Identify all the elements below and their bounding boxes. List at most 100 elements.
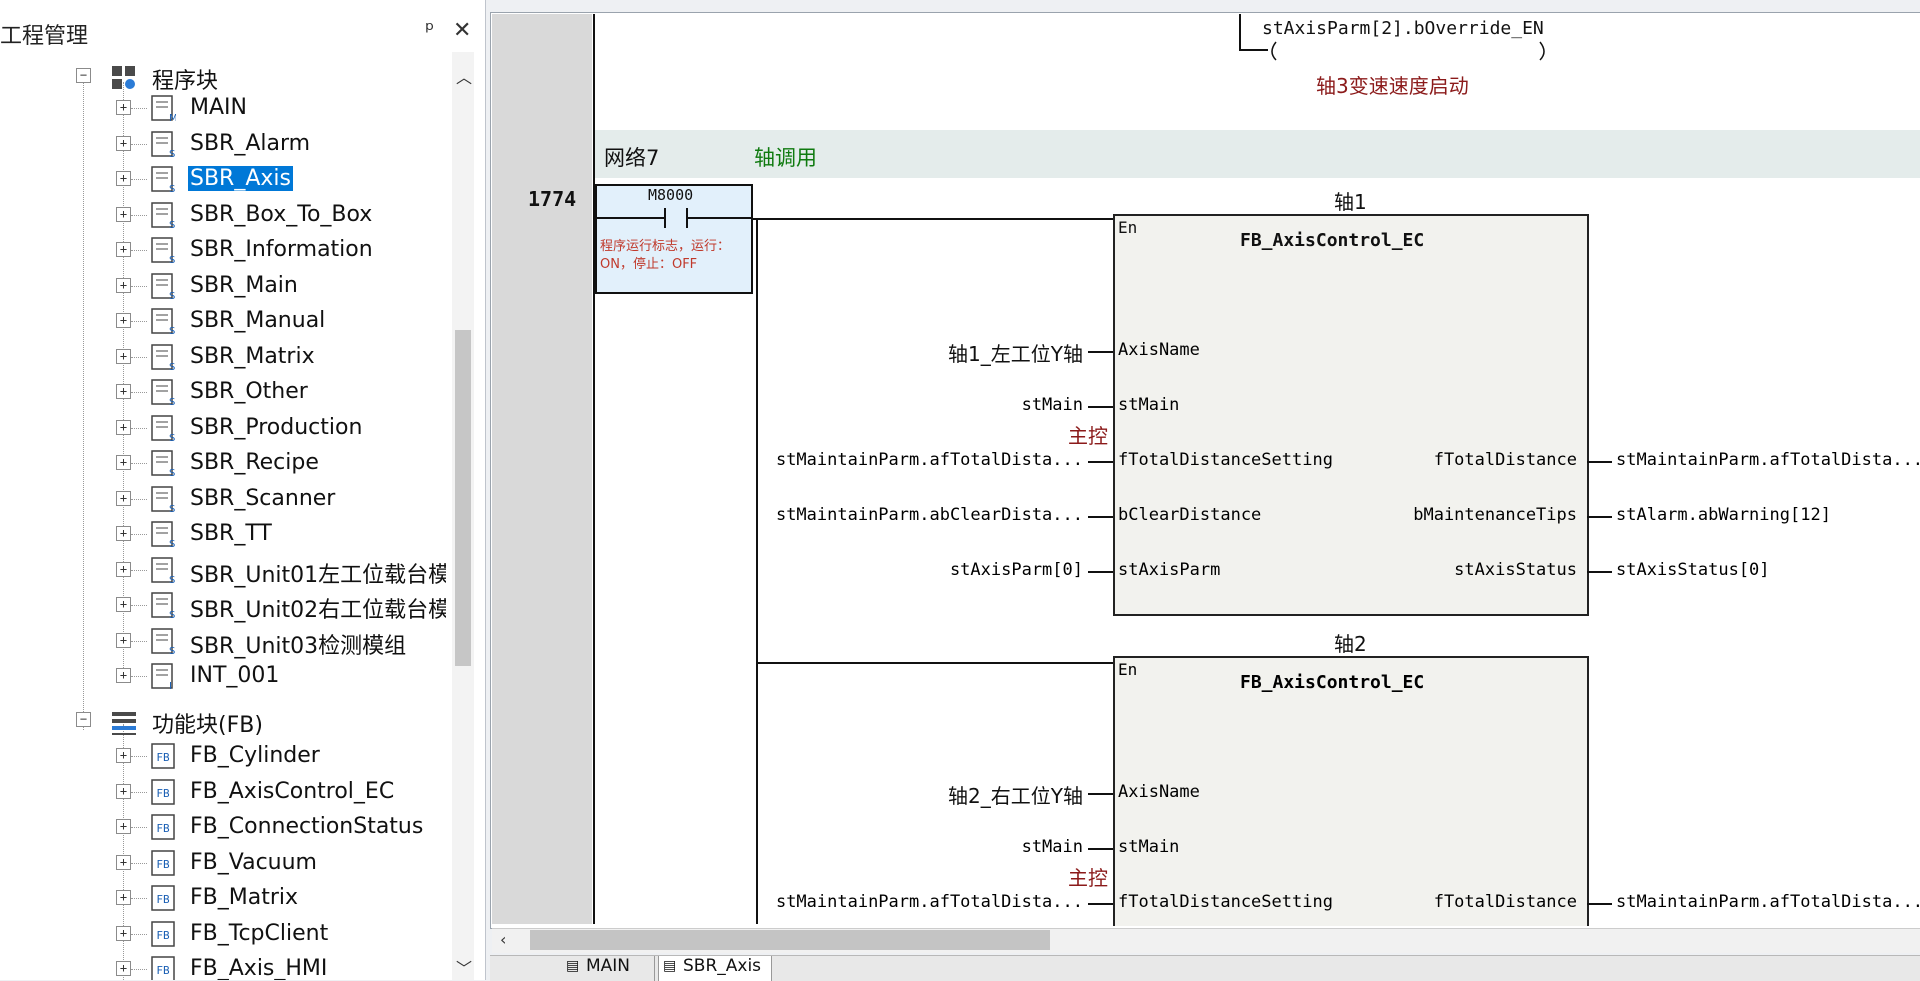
input-pin: bClearDistance bbox=[1118, 505, 1262, 525]
expand-icon[interactable]: + bbox=[116, 783, 131, 799]
expand-icon[interactable]: + bbox=[116, 526, 131, 541]
tree-item-label: SBR_Information bbox=[190, 237, 373, 262]
function-block-axis1[interactable] bbox=[1113, 214, 1589, 616]
tree-item[interactable]: + S SBR_Manual bbox=[0, 305, 446, 339]
input-variable[interactable]: stAxisParm[0] bbox=[950, 560, 1083, 580]
tree-scroll-thumb[interactable] bbox=[455, 330, 471, 666]
tree-connector bbox=[131, 756, 147, 757]
tree-item[interactable]: + S SBR_Unit01左工位载台模组 bbox=[0, 554, 446, 588]
editor-tabs: ▤ MAIN ▤ SBR_Axis bbox=[490, 955, 1920, 981]
scroll-left-icon[interactable]: ‹ bbox=[500, 930, 506, 949]
tree-connector bbox=[131, 214, 147, 216]
collapse-icon[interactable]: − bbox=[76, 712, 91, 727]
close-icon[interactable]: ✕ bbox=[453, 18, 471, 43]
pin-icon[interactable]: ᵖ bbox=[425, 18, 434, 43]
tree-folder-program-blocks[interactable]: − 程序块 bbox=[0, 60, 446, 94]
expand-icon[interactable]: + bbox=[116, 961, 131, 976]
expand-icon[interactable]: + bbox=[116, 748, 131, 763]
expand-icon[interactable]: + bbox=[116, 277, 131, 293]
tree-item[interactable]: + FB FB_TcpClient bbox=[0, 918, 446, 952]
axis-name-input[interactable]: 轴2_右工位Y轴 bbox=[948, 780, 1083, 809]
tree-item[interactable]: + S SBR_Information bbox=[0, 234, 446, 268]
tree-connector bbox=[131, 676, 147, 677]
expand-icon[interactable]: + bbox=[116, 206, 131, 222]
expand-icon[interactable]: + bbox=[116, 819, 131, 834]
tree-item[interactable]: + S SBR_Axis bbox=[0, 163, 446, 197]
subroutine-icon: S bbox=[151, 201, 175, 229]
scroll-up-icon[interactable]: ︿ bbox=[456, 64, 472, 88]
main-input[interactable]: stMain bbox=[1022, 837, 1083, 857]
tab-sbr-axis[interactable]: ▤ SBR_Axis bbox=[658, 956, 772, 981]
output-variable[interactable]: stAlarm.abWarning[12] bbox=[1616, 505, 1831, 525]
input-variable[interactable]: stMaintainParm.afTotalDista... bbox=[776, 450, 1083, 470]
subroutine-icon: S bbox=[151, 237, 175, 264]
expand-icon[interactable]: + bbox=[116, 135, 131, 151]
expand-icon[interactable]: + bbox=[116, 668, 131, 683]
main-input[interactable]: stMain bbox=[1022, 395, 1083, 415]
expand-icon[interactable]: + bbox=[116, 100, 131, 115]
block-instance-title: 轴1 bbox=[1334, 190, 1367, 214]
expand-icon[interactable]: + bbox=[116, 348, 131, 364]
tree-connector bbox=[131, 250, 147, 251]
axis-name-input[interactable]: 轴1_左工位Y轴 bbox=[948, 338, 1083, 367]
expand-icon[interactable]: + bbox=[116, 597, 131, 612]
tree-connector bbox=[131, 862, 147, 864]
tree-item[interactable]: + FB FB_Vacuum bbox=[0, 847, 446, 881]
svg-text:I: I bbox=[169, 681, 172, 690]
expand-icon[interactable]: + bbox=[116, 925, 131, 941]
expand-icon[interactable]: + bbox=[116, 455, 131, 470]
tree-item[interactable]: + S SBR_Recipe bbox=[0, 447, 446, 481]
tree-item-label: SBR_Alarm bbox=[190, 130, 311, 156]
tree-item-label: SBR_Unit02右工位载台模组 bbox=[190, 598, 446, 623]
output-pin: fTotalDistance bbox=[1433, 892, 1577, 912]
input-variable[interactable]: stMaintainParm.abClearDista... bbox=[776, 505, 1083, 525]
tree-item[interactable]: + FB FB_Matrix bbox=[0, 882, 446, 916]
tree-folder-function-blocks[interactable]: − 功能块(FB) bbox=[0, 704, 446, 738]
block-type: FB_AxisControl_EC bbox=[1240, 230, 1425, 251]
tree-item[interactable]: + FB FB_ConnectionStatus bbox=[0, 811, 446, 845]
input-wire bbox=[1088, 848, 1113, 850]
expand-icon[interactable]: + bbox=[116, 171, 131, 186]
expand-icon[interactable]: + bbox=[116, 313, 131, 328]
tree-item[interactable]: + M MAIN bbox=[0, 92, 446, 126]
editor-hscroll-thumb[interactable] bbox=[530, 930, 1050, 950]
output-variable[interactable]: stAxisStatus[0] bbox=[1616, 560, 1770, 580]
tree-item[interactable]: + S SBR_TT bbox=[0, 518, 446, 552]
output-variable[interactable]: stMaintainParm.afTotalDista... bbox=[1616, 450, 1920, 470]
tree-item[interactable]: + FB FB_Cylinder bbox=[0, 740, 446, 774]
tab-main[interactable]: ▤ MAIN bbox=[562, 956, 655, 981]
tree-item[interactable]: + S SBR_Box_To_Box bbox=[0, 199, 446, 233]
output-pin: bMaintenanceTips bbox=[1413, 505, 1577, 525]
expand-icon[interactable]: + bbox=[116, 490, 131, 506]
expand-icon[interactable]: + bbox=[116, 890, 131, 905]
tree-item[interactable]: + S SBR_Unit03检测模组 bbox=[0, 625, 446, 659]
expand-icon[interactable]: + bbox=[116, 632, 131, 648]
output-variable[interactable]: stMaintainParm.afTotalDista... bbox=[1616, 892, 1920, 912]
expand-icon[interactable]: + bbox=[116, 561, 131, 577]
tree-connector bbox=[131, 569, 147, 571]
input-pin: fTotalDistanceSetting bbox=[1118, 450, 1333, 470]
svg-text:S: S bbox=[169, 149, 175, 158]
input-wire bbox=[1088, 571, 1113, 573]
tree-item[interactable]: + S SBR_Production bbox=[0, 412, 446, 446]
input-variable[interactable]: stMaintainParm.afTotalDista... bbox=[776, 892, 1083, 912]
expand-icon[interactable]: + bbox=[116, 384, 131, 399]
tree-item[interactable]: + S SBR_Unit02右工位载台模组 bbox=[0, 589, 446, 623]
tree-item[interactable]: + S SBR_Main bbox=[0, 270, 446, 304]
tree-item[interactable]: + S SBR_Alarm bbox=[0, 128, 446, 162]
tree-connector bbox=[131, 498, 147, 500]
tree-item[interactable]: + S SBR_Other bbox=[0, 376, 446, 410]
tree-item[interactable]: + FB FB_Axis_HMI bbox=[0, 953, 446, 980]
expand-icon[interactable]: + bbox=[116, 854, 131, 870]
tree-item[interactable]: + I INT_001 bbox=[0, 660, 446, 694]
expand-icon[interactable]: + bbox=[116, 242, 131, 257]
expand-icon[interactable]: + bbox=[116, 419, 131, 435]
collapse-icon[interactable]: − bbox=[76, 68, 91, 83]
svg-text:S: S bbox=[169, 291, 175, 300]
tree-item[interactable]: + FB FB_AxisControl_EC bbox=[0, 776, 446, 810]
tree-item-label: SBR_Main bbox=[190, 272, 298, 298]
tree-item[interactable]: + S SBR_Matrix bbox=[0, 341, 446, 375]
main-comment: 主控 bbox=[1068, 424, 1108, 448]
scroll-down-icon[interactable]: ﹀ bbox=[456, 955, 472, 979]
tree-item[interactable]: + S SBR_Scanner bbox=[0, 483, 446, 517]
